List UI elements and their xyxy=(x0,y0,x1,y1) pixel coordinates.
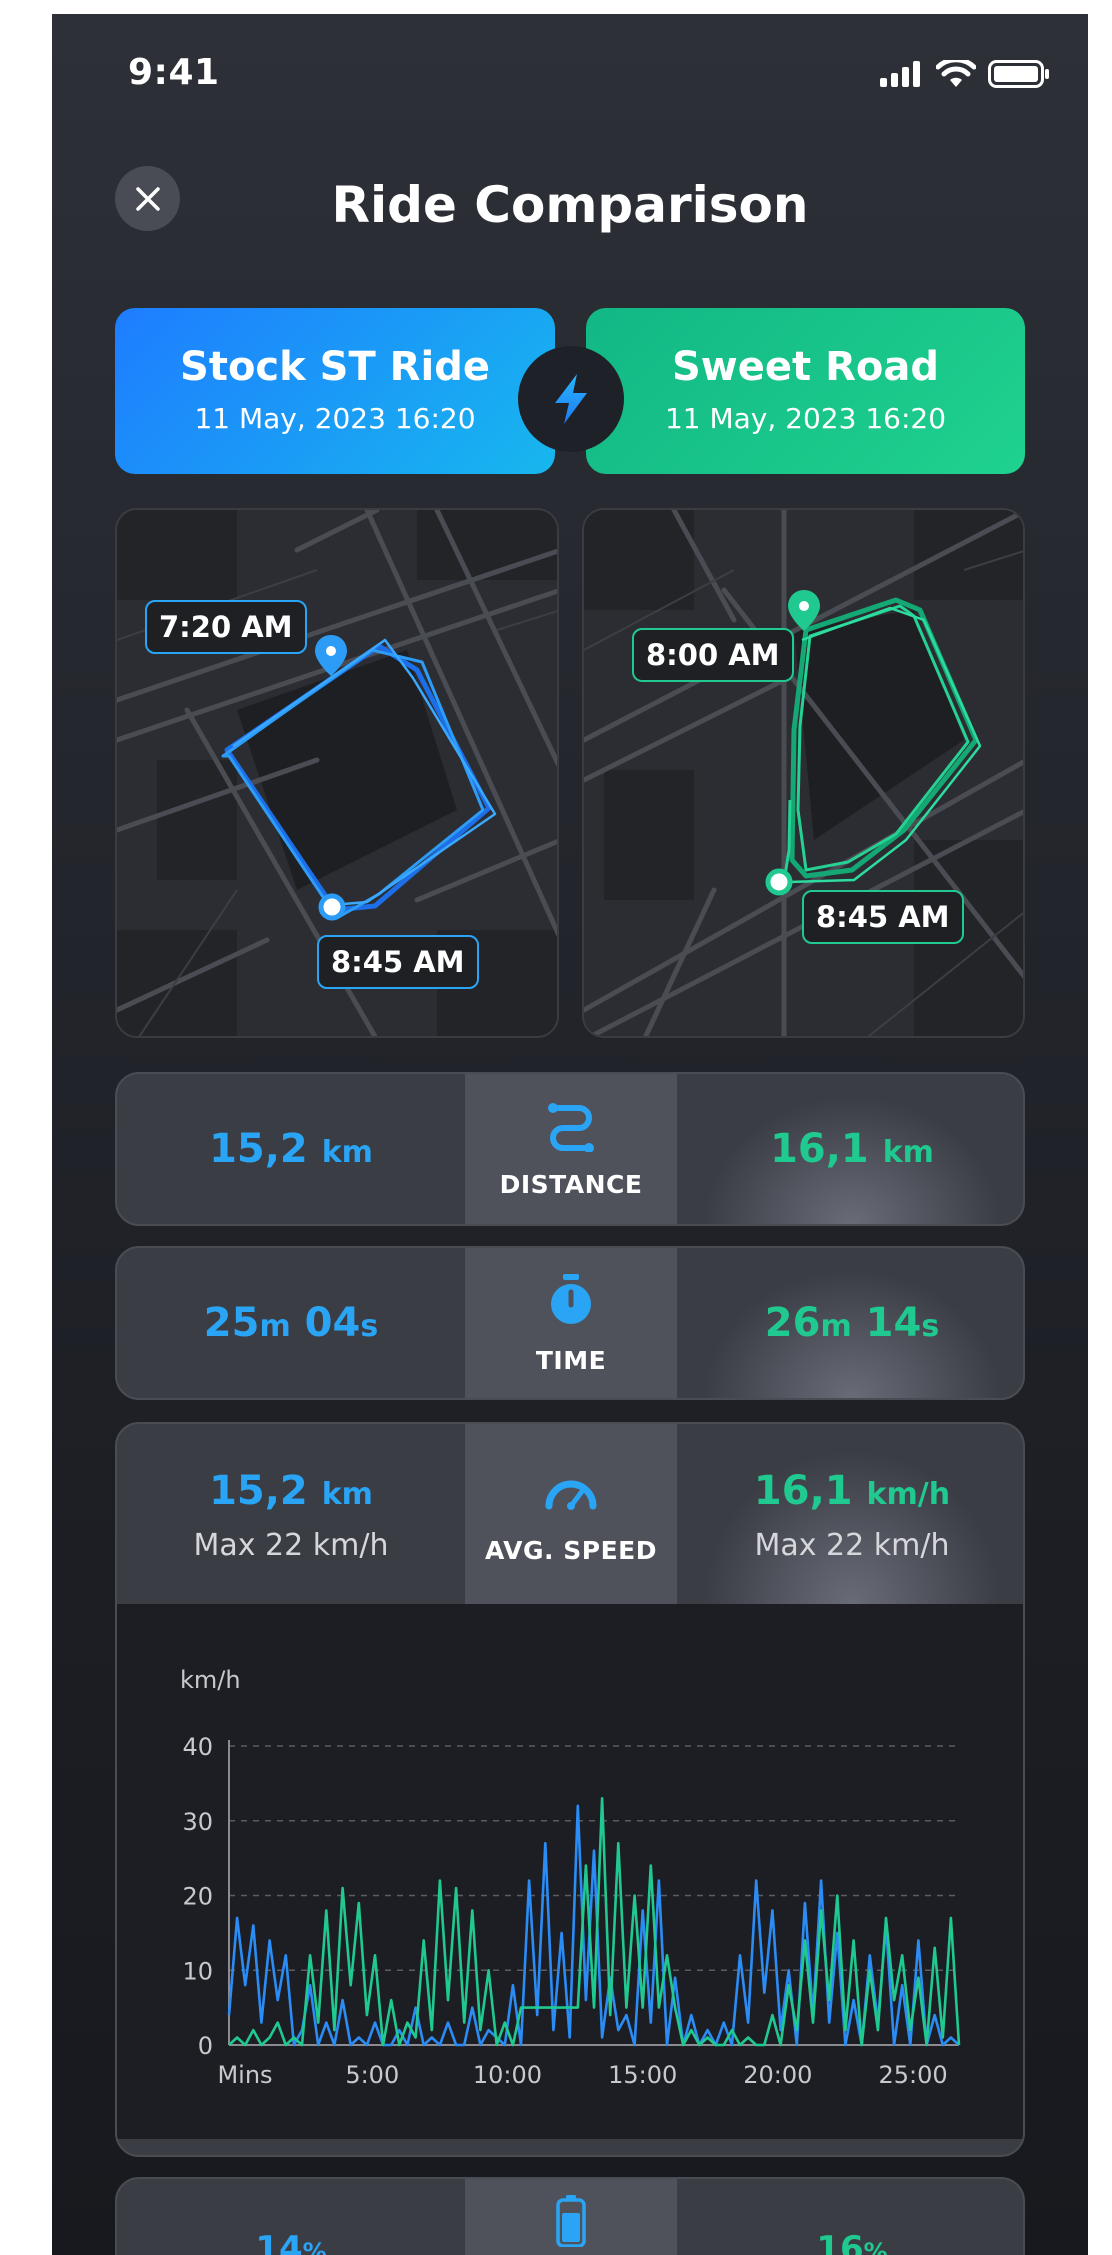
series-line-left-ride xyxy=(227,1804,960,2047)
chart-x-tick-label: 20:00 xyxy=(743,2061,812,2089)
time-left-min-unit: m xyxy=(259,1309,291,1344)
time-right: 26m 14s xyxy=(677,1300,1023,1346)
battery-icon xyxy=(556,2195,586,2248)
ride-date-left: 11 May, 2023 16:20 xyxy=(194,402,476,435)
status-time: 9:41 xyxy=(128,52,220,93)
stat-time-center: TIME xyxy=(465,1248,677,1398)
battery-status-icon xyxy=(988,60,1049,88)
time-right-sec: 14 xyxy=(865,1300,922,1346)
stat-battery-center xyxy=(465,2179,677,2255)
battery-right-unit: % xyxy=(863,2238,888,2255)
distance-right-unit: km xyxy=(882,1135,934,1170)
battery-left-unit: % xyxy=(302,2238,327,2255)
map-end-time-left: 8:45 AM xyxy=(317,935,479,989)
speed-right-unit: km/h xyxy=(866,1477,951,1512)
phone-screen: 9:41 Ride Comparison Stock ST Ride 11 Ma… xyxy=(52,14,1088,2255)
ride-card-right[interactable]: Sweet Road 11 May, 2023 16:20 xyxy=(586,308,1025,474)
stat-battery: 14% 16% xyxy=(115,2177,1025,2255)
ride-name-left: Stock ST Ride xyxy=(180,344,490,390)
distance-left: 15,2 km xyxy=(117,1126,465,1172)
speed-right-max: Max 22 km/h xyxy=(754,1528,950,1563)
time-label: TIME xyxy=(535,1346,607,1375)
status-icons xyxy=(880,60,1050,88)
signal-icon xyxy=(880,61,920,87)
map-start-time-right: 8:00 AM xyxy=(632,628,794,682)
time-right-min: 26 xyxy=(764,1300,821,1346)
time-left: 25m 04s xyxy=(117,1300,465,1346)
speed-chart-svg: 0 10 20 30 40 Mins 5:00 10:00 15:00 20:00 25:00 xyxy=(182,1733,961,2089)
speedometer-icon xyxy=(545,1480,597,1510)
chart-x-tick-label: 5:00 xyxy=(345,2061,399,2089)
battery-right: 16% xyxy=(677,2229,1023,2255)
ride-card-left[interactable]: Stock ST Ride 11 May, 2023 16:20 xyxy=(115,308,555,474)
route-icon xyxy=(548,1103,594,1153)
distance-left-value: 15,2 xyxy=(209,1126,308,1172)
map-streets-right xyxy=(584,510,1023,1036)
route-map-left[interactable]: 7:20 AM 8:45 AM xyxy=(115,508,559,1038)
chart-y-tick-label: 10 xyxy=(182,1957,213,1985)
time-right-min-unit: m xyxy=(820,1309,852,1344)
time-left-min: 25 xyxy=(203,1300,260,1346)
map-start-time-left: 7:20 AM xyxy=(145,600,307,654)
chart-x-tick-label: 10:00 xyxy=(473,2061,542,2089)
distance-right-value: 16,1 xyxy=(770,1126,869,1172)
speed-right-value: 16,1 xyxy=(753,1468,853,1514)
chart-x-tick-label: 15:00 xyxy=(608,2061,677,2089)
page-title: Ride Comparison xyxy=(331,176,809,234)
stat-time: 25m 04s TIME 26m 14s xyxy=(115,1246,1025,1400)
ride-date-right: 11 May, 2023 16:20 xyxy=(664,402,947,435)
chart-y-tick-label: 0 xyxy=(198,2032,213,2060)
speed-right: 16,1 km/h xyxy=(677,1468,1023,1514)
speed-left: 15,2 km xyxy=(117,1468,465,1514)
chart-x-axis-label: Mins xyxy=(217,2061,272,2089)
speed-chart: km/h 0 10 20 30 40 Mins 5:00 10:00 15:00 20:00 25:… xyxy=(117,1604,1023,2139)
chart-y-tick-label: 20 xyxy=(182,1883,213,1911)
battery-left: 14% xyxy=(117,2229,465,2255)
time-left-sec-unit: s xyxy=(360,1309,379,1344)
battery-right-value: 16 xyxy=(816,2229,864,2255)
chart-y-tick-label: 30 xyxy=(182,1808,213,1836)
route-map-right[interactable]: 8:00 AM 8:45 AM xyxy=(582,508,1025,1038)
stopwatch-icon xyxy=(551,1274,591,1324)
compare-bolt-badge xyxy=(518,346,624,452)
wifi-icon xyxy=(936,60,976,87)
ride-name-right: Sweet Road xyxy=(672,344,939,390)
status-bar: 9:41 xyxy=(52,14,1088,134)
time-right-sec-unit: s xyxy=(921,1309,940,1344)
battery-left-value: 14 xyxy=(255,2229,303,2255)
distance-right: 16,1 km xyxy=(677,1126,1023,1172)
chart-y-tick-label: 40 xyxy=(182,1733,213,1761)
distance-label: DISTANCE xyxy=(499,1170,643,1199)
map-end-time-right: 8:45 AM xyxy=(802,890,964,944)
lightning-bolt-icon xyxy=(555,374,587,424)
stat-distance: 15,2 km DISTANCE 16,1 km xyxy=(115,1072,1025,1226)
stat-speed-center: AVG. SPEED xyxy=(465,1424,677,1604)
speed-left-value: 15,2 xyxy=(209,1468,308,1514)
distance-left-unit: km xyxy=(321,1135,373,1170)
stat-avg-speed: 15,2 km Max 22 km/h AVG. SPEED 16,1 km/h… xyxy=(115,1422,1025,2157)
speed-label: AVG. SPEED xyxy=(485,1536,657,1565)
chart-x-tick-label: 25:00 xyxy=(878,2061,947,2089)
speed-left-max: Max 22 km/h xyxy=(193,1528,389,1563)
time-left-sec: 04 xyxy=(304,1300,361,1346)
stat-glow xyxy=(677,1424,1023,1604)
stat-distance-center: DISTANCE xyxy=(465,1074,677,1224)
speed-left-unit: km xyxy=(321,1477,373,1512)
series-line-right-ride xyxy=(228,1797,961,2047)
